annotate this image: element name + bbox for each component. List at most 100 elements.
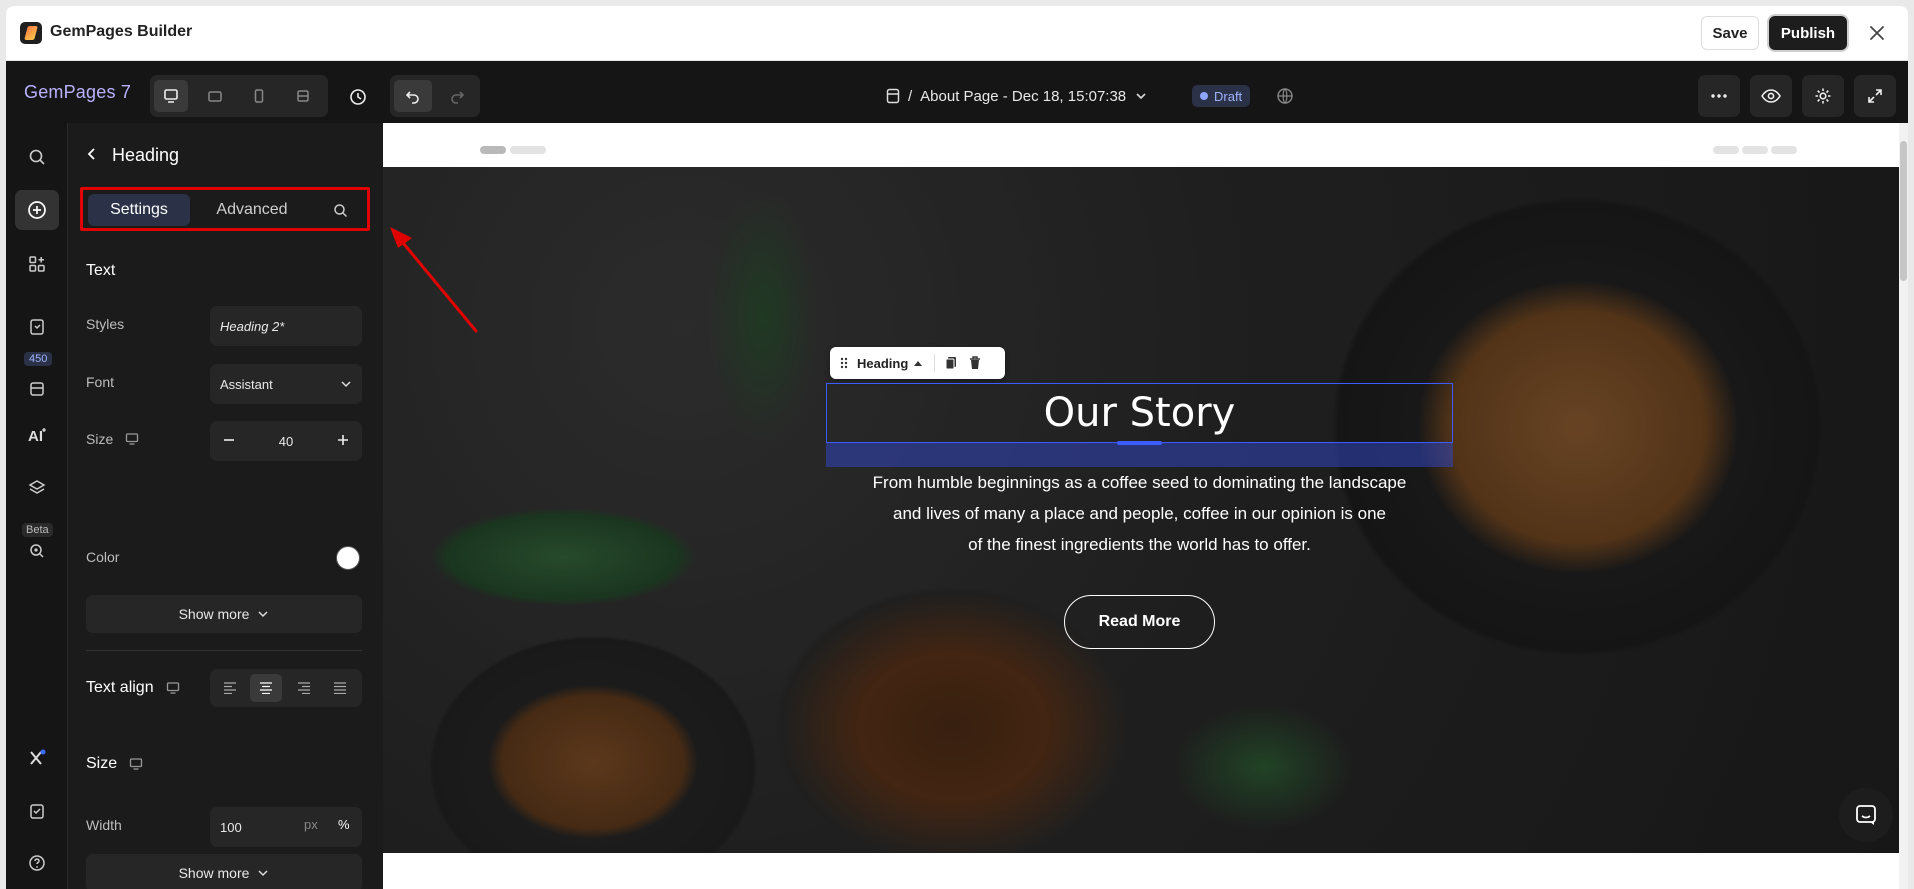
show-more-label: Show more [178,606,250,622]
status-label: Draft [1214,88,1243,104]
add-element-icon[interactable] [15,190,59,230]
settings-gear-icon[interactable] [1802,75,1844,117]
search-icon[interactable] [15,137,59,177]
tablet-landscape-icon[interactable] [198,80,232,112]
font-value: Assistant [220,376,273,392]
more-options-icon[interactable] [1698,75,1740,117]
sections-icon[interactable] [15,244,59,284]
close-icon[interactable] [1862,18,1892,48]
heading-resize-handle[interactable] [826,441,1453,467]
caret-up-icon[interactable] [914,360,923,366]
save-button[interactable]: Save [1701,16,1759,50]
header-placeholder [1771,146,1797,154]
styles-select[interactable]: Heading 2* [210,306,362,346]
page-selector[interactable]: / About Page - Dec 18, 15:07:38 [886,85,1148,107]
size-stepper[interactable]: 40 [210,421,362,461]
duplicate-icon[interactable] [945,356,957,370]
delete-icon[interactable] [969,356,981,370]
header-placeholder [1742,146,1768,154]
drag-handle-icon[interactable] [840,357,848,369]
tab-advanced[interactable]: Advanced [200,194,304,226]
left-rail: 450 AI Beta [6,123,68,889]
title-bar: GemPages Builder Save Publish [6,6,1908,61]
mobile-icon[interactable] [242,80,276,112]
apps-database-icon[interactable] [15,369,59,409]
show-more-size-button[interactable]: Show more [86,854,362,889]
size-label: Size [86,431,114,447]
app-window: GemPages Builder Save Publish GemPages 7 [6,6,1908,889]
help-icon[interactable] [15,843,59,883]
settings-search-icon[interactable] [323,194,357,226]
desktop-icon[interactable] [154,80,188,112]
chevron-down-icon [258,611,268,618]
checklist-icon[interactable] [15,791,59,831]
hero-background-image: Heading Our Story From humble beginnings… [383,167,1899,853]
minus-icon[interactable] [222,433,236,450]
scrollbar-thumb[interactable] [1900,141,1907,281]
preview-eye-icon[interactable] [1750,75,1792,117]
paragraph-line: and lives of many a place and people, co… [892,504,1387,523]
text-section-title: Text [86,262,116,279]
selected-heading-element[interactable]: Our Story [826,383,1453,443]
desktop-icon [126,433,139,445]
app-title: GemPages Builder [50,23,193,40]
styles-label: Styles [86,316,125,332]
desktop-icon [129,758,143,770]
divider [86,650,362,651]
redo-icon[interactable] [438,80,476,112]
page-icon [886,88,900,104]
gempages-logo-icon [20,22,42,44]
chat-support-icon[interactable] [1839,788,1893,842]
status-dot [1200,92,1208,100]
align-right-icon[interactable] [288,674,320,702]
responsive-icon[interactable] [286,80,320,112]
toolbar-divider [934,354,936,372]
paragraph-line: of the finest ingredients the world has … [968,535,1311,554]
unit-px[interactable]: px [304,817,318,832]
status-badge: Draft [1192,85,1251,107]
text-align-group [210,669,362,707]
back-arrow-icon[interactable] [86,145,98,166]
x-integration-icon[interactable] [15,738,59,778]
history-icon[interactable] [342,81,374,113]
tab-settings[interactable]: Settings [88,194,190,226]
settings-panel: Heading Settings Advanced Text Styles He… [68,123,383,889]
unit-percent[interactable]: % [338,817,350,832]
width-value[interactable]: 100 [220,820,242,835]
translate-icon[interactable] [1271,82,1299,110]
plus-icon[interactable] [336,433,350,450]
paragraph-line: From humble beginnings as a coffee seed … [872,473,1407,492]
align-left-icon[interactable] [214,674,246,702]
font-label: Font [86,374,115,390]
hero-heading[interactable]: Our Story [1044,390,1236,436]
chevron-down-icon [341,381,351,388]
location-settings-icon[interactable] [15,531,59,571]
header-placeholder [1713,146,1739,154]
header-placeholder [480,146,506,154]
panel-title: Heading [112,145,180,165]
rail-count-badge: 450 [24,352,53,366]
element-type-label[interactable]: Heading [857,356,908,371]
color-label: Color [86,549,120,565]
read-more-button[interactable]: Read More [1064,595,1215,649]
width-label: Width [86,817,122,833]
show-more-label: Show more [178,865,250,881]
undo-icon[interactable] [394,80,432,112]
layers-icon[interactable] [15,468,59,508]
show-more-button[interactable]: Show more [86,595,362,633]
publish-button[interactable]: Publish [1769,16,1847,50]
size-value[interactable]: 40 [279,434,293,449]
svg-text:AI: AI [28,428,43,444]
chevron-down-icon [258,870,268,877]
page-canvas: Heading Our Story From humble beginnings… [383,123,1908,889]
align-justify-icon[interactable] [324,674,356,702]
font-select[interactable]: Assistant [210,364,362,404]
hero-paragraph[interactable]: From humble beginnings as a coffee seed … [826,467,1453,560]
fullscreen-icon[interactable] [1854,75,1896,117]
ai-icon[interactable]: AI [15,415,59,455]
pages-icon[interactable] [15,307,59,347]
device-switcher [150,75,328,117]
align-center-icon[interactable] [250,674,282,702]
color-swatch[interactable] [336,546,360,570]
canvas-scrollbar[interactable] [1899,123,1908,889]
